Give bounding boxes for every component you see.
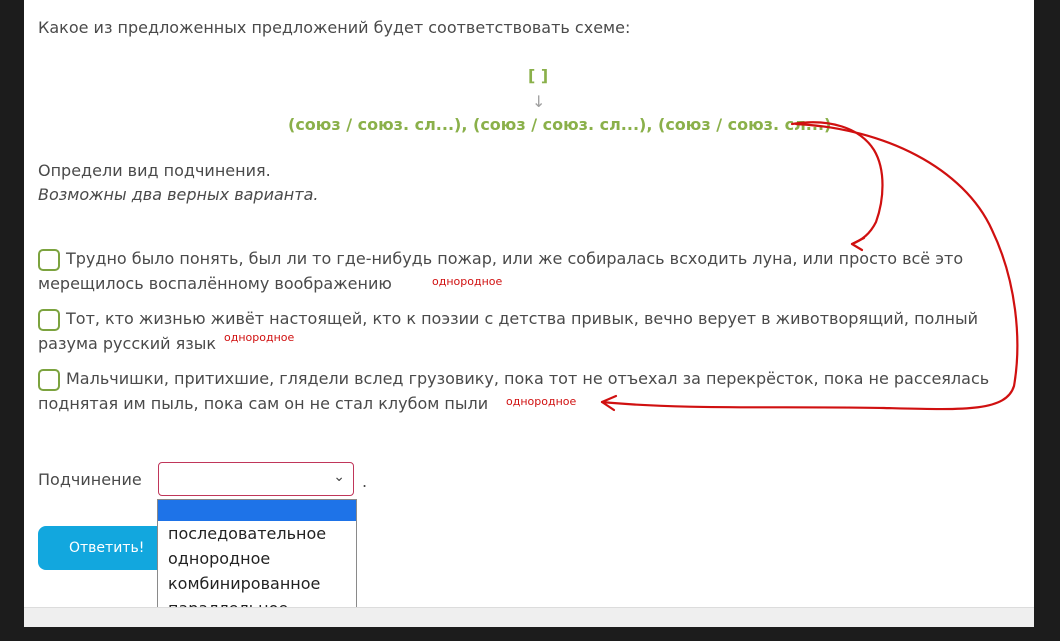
instruction-text: Определи вид подчинения.: [38, 161, 271, 180]
question-card: Какое из предложенных предложений будет …: [24, 0, 1034, 627]
option-checkbox-1[interactable]: [38, 249, 60, 271]
annotation-arrow-short: [790, 121, 884, 246]
option-3-line-2: поднятая им пыль, пока сам он не стал кл…: [38, 394, 489, 413]
option-3-note: однородное: [506, 395, 577, 408]
scheme-clauses: (союз / союз. сл...), (союз / союз. сл..…: [288, 115, 832, 134]
scheme-arrow: ↓: [532, 92, 546, 111]
option-1-note: однородное: [432, 275, 503, 288]
chevron-down-icon: ⌄: [333, 469, 345, 485]
subordination-label: Подчинение: [38, 470, 142, 489]
option-checkbox-3[interactable]: [38, 369, 60, 391]
question-text: Какое из предложенных предложений будет …: [38, 18, 631, 37]
option-2-line-2: разума русский язык: [38, 334, 217, 353]
annotation-arrowhead-long: [600, 394, 618, 412]
select-period: .: [362, 472, 368, 491]
dropdown-option-homogeneous[interactable]: однородное: [168, 549, 270, 568]
option-1-line-1: Трудно было понять, был ли то где-нибудь…: [66, 249, 964, 268]
subordination-select[interactable]: ⌄: [158, 462, 354, 496]
dropdown-option-sequential[interactable]: последовательное: [168, 524, 326, 543]
option-checkbox-2[interactable]: [38, 309, 60, 331]
dropdown-option-combined[interactable]: комбинированное: [168, 574, 320, 593]
option-3-line-1: Мальчишки, притихшие, глядели вслед груз…: [66, 369, 990, 388]
option-2-note: однородное: [224, 331, 295, 344]
hint-text: Возможны два верных варианта.: [38, 185, 319, 204]
dropdown-option-empty[interactable]: [158, 500, 356, 521]
subordination-dropdown: последовательное однородное комбинирован…: [157, 499, 357, 623]
bottom-bar: [24, 607, 1034, 627]
option-1-line-2: мерещилось воспалённому воображению: [38, 274, 392, 293]
option-2-line-1: Тот, кто жизнью живёт настоящей, кто к п…: [66, 309, 979, 328]
scheme-bracket: [ ]: [528, 66, 549, 85]
